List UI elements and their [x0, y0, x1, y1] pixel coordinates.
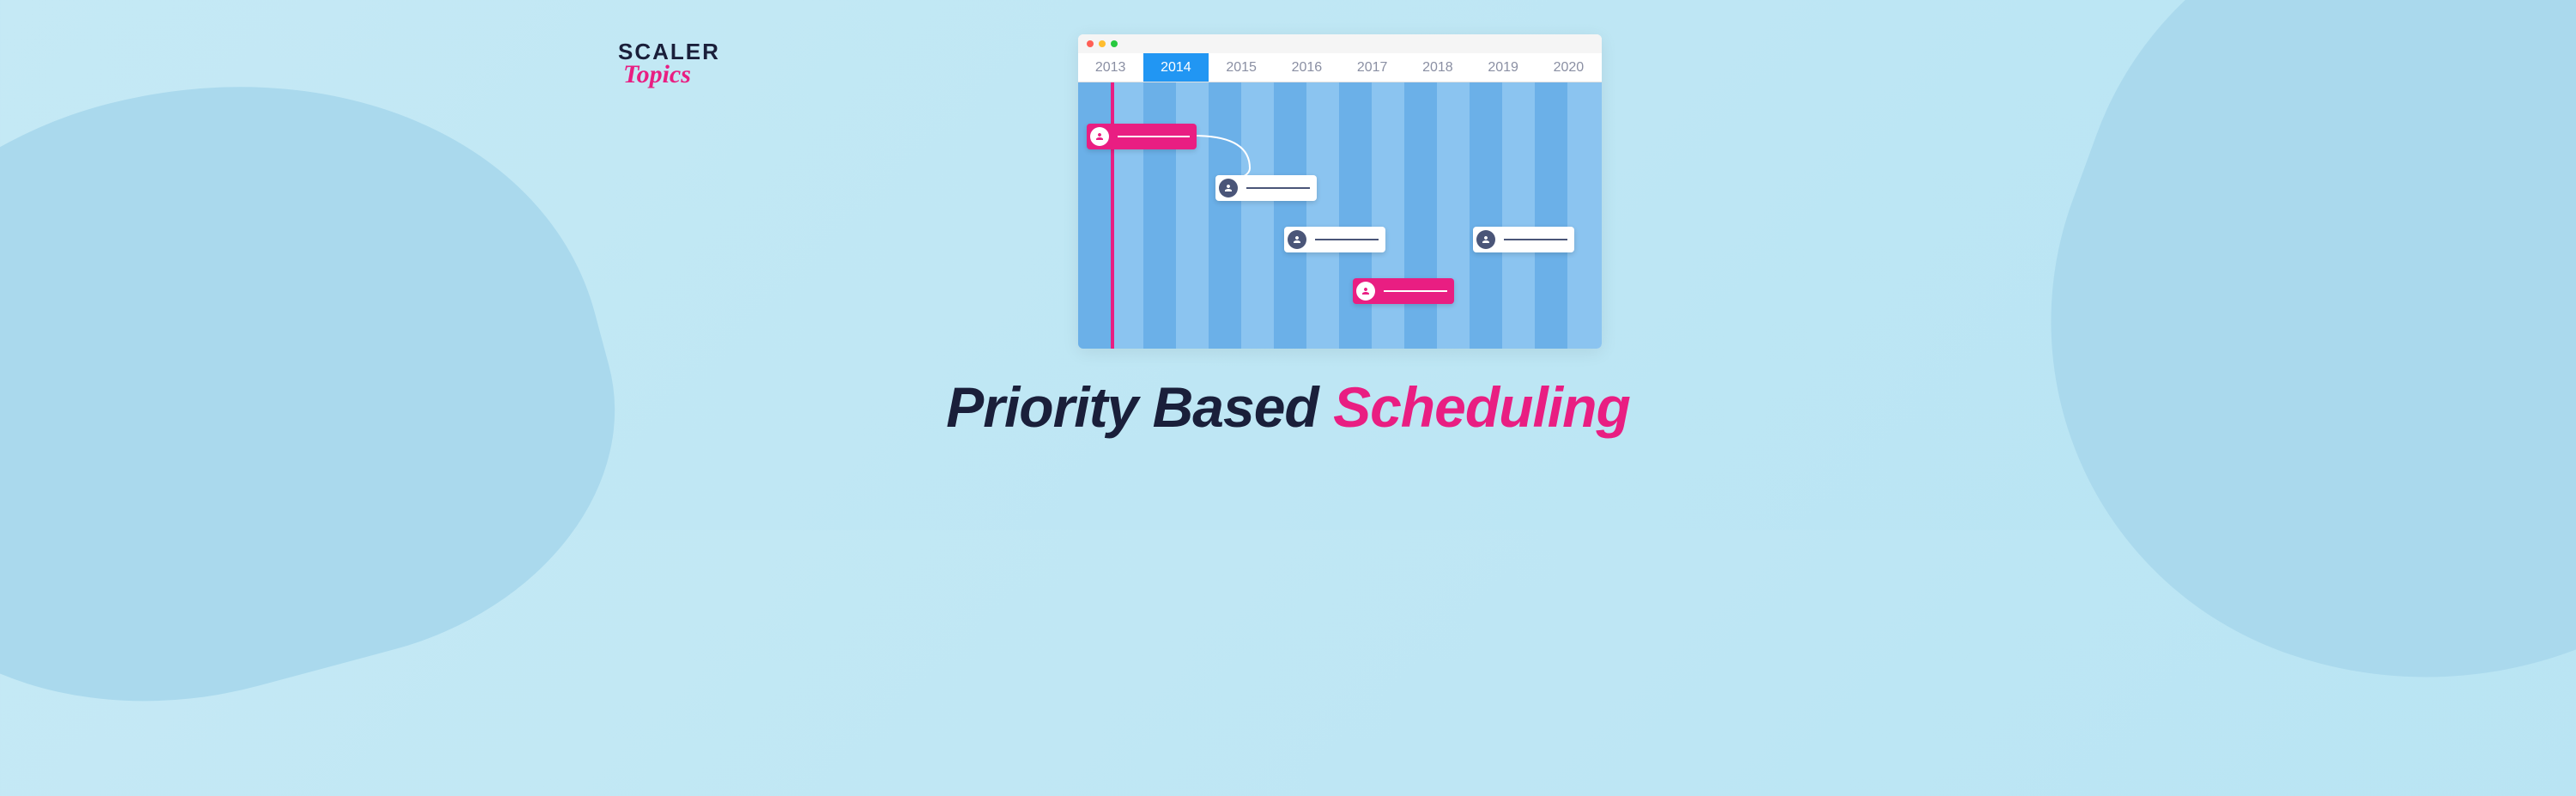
stripe: [1078, 82, 1111, 349]
user-icon: [1090, 127, 1109, 146]
user-icon: [1476, 230, 1495, 249]
task-line: [1246, 187, 1310, 189]
gantt-window: 2013 2014 2015 2016 2017 2018 2019 2020: [1078, 34, 1602, 349]
gantt-body: [1078, 82, 1602, 349]
title-part2: Scheduling: [1333, 375, 1630, 439]
year-2014[interactable]: 2014: [1143, 53, 1209, 82]
stripe: [1143, 82, 1176, 349]
task-line: [1118, 136, 1190, 137]
year-2016[interactable]: 2016: [1274, 53, 1339, 82]
stripe: [1535, 82, 1567, 349]
minimize-icon: [1099, 40, 1106, 47]
task-line: [1504, 239, 1567, 240]
main-content: SCALER Topics 2013 2014 2015 2016 2017 2…: [0, 0, 2576, 530]
task-bar-4[interactable]: [1353, 278, 1454, 304]
task-bar-3[interactable]: [1284, 227, 1385, 252]
stripe: [1470, 82, 1502, 349]
stripe: [1339, 82, 1372, 349]
task-line: [1315, 239, 1379, 240]
current-time-marker: [1111, 82, 1114, 349]
brand-logo: SCALER Topics: [618, 39, 720, 89]
task-bar-5[interactable]: [1473, 227, 1574, 252]
stripe: [1274, 82, 1306, 349]
year-2018[interactable]: 2018: [1405, 53, 1470, 82]
year-header: 2013 2014 2015 2016 2017 2018 2019 2020: [1078, 53, 1602, 82]
year-2020[interactable]: 2020: [1536, 53, 1601, 82]
user-icon: [1219, 179, 1238, 197]
stripe: [1404, 82, 1437, 349]
logo-line2: Topics: [623, 60, 691, 89]
window-titlebar: [1078, 34, 1602, 53]
year-2013[interactable]: 2013: [1078, 53, 1143, 82]
user-icon: [1356, 282, 1375, 301]
stripe: [1209, 82, 1241, 349]
task-bar-2[interactable]: [1215, 175, 1317, 201]
maximize-icon: [1111, 40, 1118, 47]
title-part1: Priority Based: [946, 375, 1333, 439]
year-2019[interactable]: 2019: [1470, 53, 1536, 82]
year-2015[interactable]: 2015: [1209, 53, 1274, 82]
task-line: [1384, 290, 1447, 292]
task-bar-1[interactable]: [1087, 124, 1197, 149]
user-icon: [1288, 230, 1306, 249]
year-2017[interactable]: 2017: [1340, 53, 1405, 82]
page-title: Priority Based Scheduling: [946, 374, 1630, 440]
close-icon: [1087, 40, 1094, 47]
